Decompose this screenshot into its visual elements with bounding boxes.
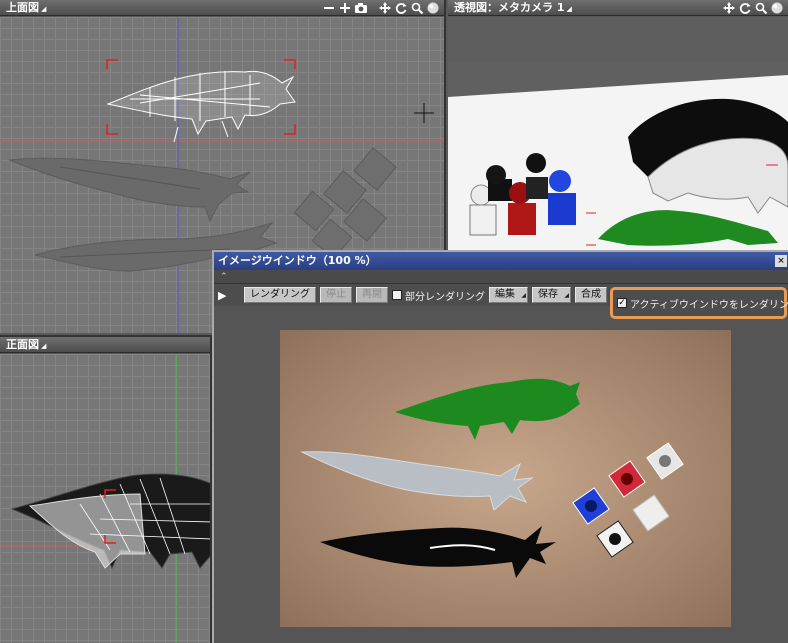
magnifier-icon[interactable] (754, 1, 768, 15)
triceratops-wireframe-selected (106, 70, 296, 143)
zoom-in-icon[interactable] (338, 1, 352, 15)
render-button[interactable]: レンダリング (244, 287, 316, 303)
collapse-chevron-icon[interactable]: ⌃ (220, 272, 228, 282)
image-window-titlebar[interactable]: イメージウインドウ（100 %） × (214, 252, 788, 270)
active-window-render-checkbox-box[interactable]: ✓ (617, 298, 627, 308)
active-window-render-checkbox[interactable]: ✓ アクティブウインドウをレンダリング (617, 296, 788, 311)
move-icon[interactable] (722, 1, 736, 15)
camera-icon[interactable] (354, 1, 368, 15)
perspective-view-pane[interactable]: 透視図：メタカメラ 1 ◢ (448, 0, 788, 250)
rotate-icon[interactable] (394, 1, 408, 15)
crosshair-cursor-icon (414, 103, 434, 123)
view-menu-corner-icon[interactable]: ◢ (41, 342, 46, 350)
front-view-title: 正面図 (6, 338, 39, 351)
top-view-title: 上面図 (6, 1, 39, 14)
composite-button[interactable]: 合成 (575, 287, 607, 303)
box-wireframes (293, 147, 397, 260)
image-window[interactable]: イメージウインドウ（100 %） × ⌃ ▶ レンダリング 停止 再開 部分レン… (212, 250, 788, 643)
partial-render-checkbox[interactable]: 部分レンダリング (392, 288, 485, 303)
top-view-header: 上面図 ◢ (0, 0, 444, 16)
shading-sphere-icon[interactable] (770, 1, 784, 15)
view-menu-corner-icon[interactable]: ◢ (41, 5, 46, 13)
close-icon[interactable]: × (775, 255, 787, 267)
image-window-title: イメージウインドウ（100 %） (218, 254, 377, 267)
view-menu-corner-icon[interactable]: ◢ (566, 5, 571, 13)
stop-button[interactable]: 停止 (320, 287, 352, 303)
front-view-header: 正面図 ◢ (0, 337, 210, 353)
play-icon[interactable]: ▶ (218, 289, 240, 302)
active-window-render-highlight: ✓ アクティブウインドウをレンダリング (610, 287, 788, 319)
shading-sphere-icon[interactable] (426, 1, 440, 15)
front-view-canvas[interactable] (0, 354, 210, 643)
front-view-pane[interactable]: 正面図 ◢ (0, 335, 212, 643)
magnifier-icon[interactable] (410, 1, 424, 15)
move-icon[interactable] (378, 1, 392, 15)
rendered-image (280, 330, 731, 627)
save-menu-button[interactable]: 保存 (532, 287, 571, 303)
perspective-view-canvas[interactable] (448, 17, 788, 250)
collapse-strip[interactable]: ⌃ (214, 270, 788, 284)
resume-button[interactable]: 再開 (356, 287, 388, 303)
perspective-view-title: 透視図：メタカメラ 1 (454, 1, 565, 14)
zoom-out-icon[interactable] (322, 1, 336, 15)
dinosaur-front-silhouettes (10, 473, 210, 570)
perspective-view-header: 透視図：メタカメラ 1 ◢ (448, 0, 788, 16)
active-window-render-label: アクティブウインドウをレンダリング (630, 299, 788, 311)
partial-render-checkbox-box[interactable] (392, 290, 402, 300)
image-window-toolbar: ▶ レンダリング 停止 再開 部分レンダリング 編集 保存 合成 ✓ アクティブ… (214, 284, 788, 319)
rotate-icon[interactable] (738, 1, 752, 15)
partial-render-label: 部分レンダリング (405, 291, 485, 303)
edit-menu-button[interactable]: 編集 (489, 287, 528, 303)
